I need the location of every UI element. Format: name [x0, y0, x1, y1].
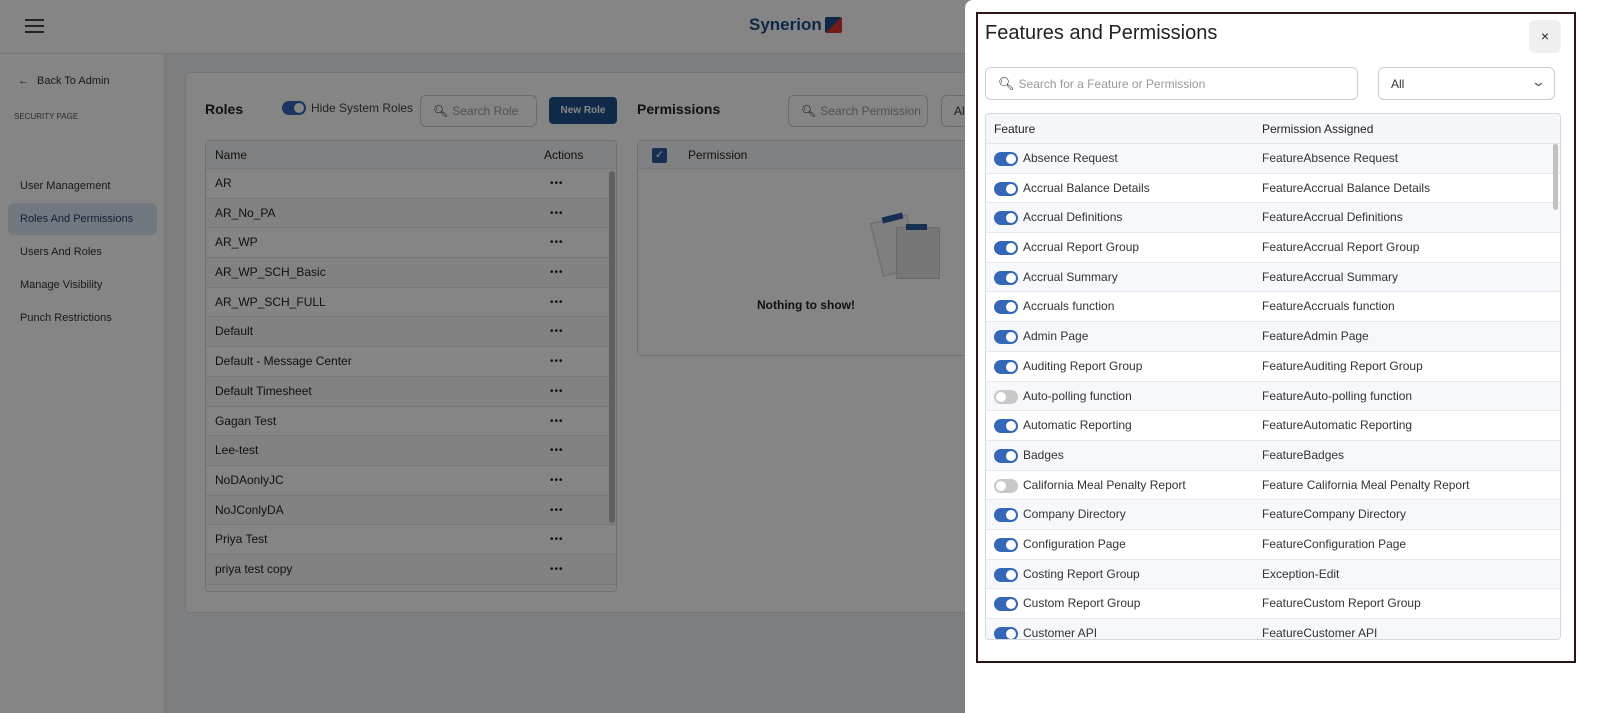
feature-row: Accruals function FeatureAccruals functio… — [986, 292, 1560, 323]
permission-assigned: Feature California Meal Penalty Report — [1262, 477, 1470, 492]
feature-row: Accrual Definitions FeatureAccrual Defini… — [986, 203, 1560, 234]
permission-assigned: FeatureCustomer API — [1262, 626, 1378, 640]
features-scrollbar[interactable] — [1553, 144, 1558, 210]
feature-row: Accrual Balance Details FeatureAccrual Ba… — [986, 174, 1560, 204]
feature-row: Auditing Report Group FeatureAuditing Rep… — [986, 352, 1560, 382]
feature-row: Badges FeatureBadges — [986, 440, 1560, 471]
permission-assigned: FeatureCompany Directory — [1262, 507, 1407, 522]
features-table-header: Feature Permission Assigned — [986, 114, 1560, 144]
feature-filter-select[interactable]: All ⌄ — [1378, 67, 1555, 100]
feature-name: Customer API — [1023, 626, 1098, 640]
permission-assigned: Exception-Edit — [1262, 566, 1340, 581]
feature-search-input[interactable]: 🔍︎ Search for a Feature or Permission — [985, 67, 1358, 100]
feature-name: Accrual Report Group — [1023, 240, 1140, 255]
feature-toggle[interactable] — [994, 419, 1018, 434]
feature-row: Company Directory FeatureCompany Director… — [986, 500, 1560, 530]
feature-name: Accrual Definitions — [1023, 210, 1123, 225]
feature-row: Custom Report Group FeatureCustom Report … — [986, 589, 1560, 619]
feature-toggle[interactable] — [994, 300, 1018, 315]
feature-name: Costing Report Group — [1023, 566, 1140, 581]
feature-toggle[interactable] — [994, 537, 1018, 552]
feature-name: Accrual Balance Details — [1023, 180, 1150, 195]
permission-assigned: FeatureAccrual Balance Details — [1262, 180, 1431, 195]
permission-assigned: FeatureAccrual Definitions — [1262, 210, 1403, 225]
feature-name: Badges — [1023, 447, 1064, 462]
feature-name: Accrual Summary — [1023, 269, 1118, 284]
feature-row: Automatic Reporting FeatureAutomatic Repo… — [986, 411, 1560, 441]
permission-assigned: FeatureAbsence Request — [1262, 151, 1399, 165]
permission-assigned: FeatureAdmin Page — [1262, 329, 1369, 344]
feature-row: Absence Request FeatureAbsence Request — [986, 144, 1560, 174]
feature-toggle[interactable] — [994, 152, 1018, 166]
feature-name: Automatic Reporting — [1023, 418, 1132, 433]
feature-name: Accruals function — [1023, 299, 1115, 314]
feature-row: Accrual Report Group FeatureAccrual Repor… — [986, 233, 1560, 263]
permission-assigned: FeatureAccrual Summary — [1262, 269, 1399, 284]
permission-assigned: FeatureAutomatic Reporting — [1262, 418, 1413, 433]
feature-name: California Meal Penalty Report — [1023, 477, 1186, 492]
feature-name: Absence Request — [1023, 151, 1118, 165]
feature-row: Auto-polling function FeatureAuto-polling… — [986, 381, 1560, 412]
feature-row: Accrual Summary FeatureAccrual Summary — [986, 262, 1560, 293]
permission-assigned: FeatureAuto-polling function — [1262, 388, 1413, 403]
feature-row: Admin Page FeatureAdmin Page — [986, 322, 1560, 352]
feature-name: Custom Report Group — [1023, 596, 1141, 611]
feature-toggle[interactable] — [994, 448, 1018, 463]
feature-toggle[interactable] — [994, 627, 1018, 639]
permission-assigned: FeatureAuditing Report Group — [1262, 358, 1423, 373]
permission-assigned: FeatureConfiguration Page — [1262, 536, 1407, 551]
feature-toggle[interactable] — [994, 597, 1018, 612]
feature-name: Auditing Report Group — [1023, 358, 1143, 373]
feature-toggle[interactable] — [994, 508, 1018, 523]
feature-row: Configuration Page FeatureConfiguration P… — [986, 530, 1560, 560]
close-button[interactable]: × — [1529, 20, 1561, 53]
feature-toggle[interactable] — [994, 211, 1018, 226]
feature-toggle[interactable] — [994, 359, 1018, 374]
search-icon: 🔍︎ — [998, 75, 1015, 91]
feature-name: Admin Page — [1023, 329, 1089, 344]
feature-row: Customer API FeatureCustomer API — [986, 619, 1560, 640]
feature-name: Auto-polling function — [1023, 388, 1132, 403]
feature-toggle[interactable] — [994, 478, 1018, 493]
permission-assigned: FeatureAccruals function — [1262, 299, 1395, 314]
feature-toggle[interactable] — [994, 330, 1018, 345]
feature-row: Costing Report Group Exception-Edit — [986, 559, 1560, 590]
panel-title: Features and Permissions — [985, 22, 1218, 44]
features-permissions-panel: Features and Permissions × 🔍︎ Search for … — [965, 0, 1600, 713]
feature-toggle[interactable] — [994, 389, 1018, 404]
permission-assigned: FeatureBadges — [1262, 447, 1345, 462]
feature-name: Company Directory — [1023, 507, 1126, 522]
permission-assigned: FeatureAccrual Report Group — [1262, 240, 1420, 255]
permission-assigned: FeatureCustom Report Group — [1262, 596, 1421, 611]
feature-toggle[interactable] — [994, 270, 1018, 285]
feature-toggle[interactable] — [994, 241, 1018, 256]
feature-toggle[interactable] — [994, 567, 1018, 582]
feature-toggle[interactable] — [994, 181, 1018, 196]
chevron-down-icon: ⌄ — [1530, 74, 1547, 89]
feature-row: California Meal Penalty Report Feature Ca… — [986, 471, 1560, 501]
feature-name: Configuration Page — [1023, 536, 1126, 551]
features-table: Feature Permission Assigned Absence Reque… — [985, 113, 1561, 640]
